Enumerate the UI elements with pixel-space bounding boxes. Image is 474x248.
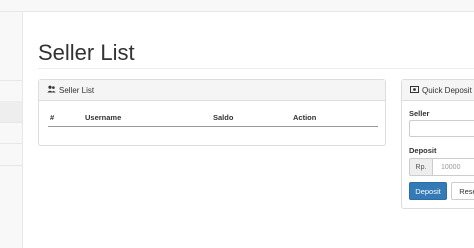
- column-header-action[interactable]: Action: [293, 113, 316, 122]
- column-header-saldo[interactable]: Saldo: [213, 113, 233, 122]
- money-icon: [410, 85, 419, 95]
- column-header-number[interactable]: #: [50, 113, 54, 122]
- seller-list-panel-title: Seller List: [59, 85, 95, 95]
- seller-list-panel-heading: Seller List: [39, 80, 385, 101]
- page-title: Seller List: [38, 40, 135, 65]
- reset-button[interactable]: Reset: [451, 182, 474, 200]
- sidebar-item[interactable]: [0, 144, 22, 166]
- deposit-label: Deposit: [409, 146, 437, 155]
- sidebar-item-active[interactable]: [0, 101, 22, 123]
- column-header-username[interactable]: Username: [85, 113, 121, 122]
- title-divider: [38, 68, 474, 69]
- sidebar-item[interactable]: [0, 123, 22, 144]
- currency-addon: Rp.: [409, 158, 433, 176]
- deposit-button[interactable]: Deposit: [409, 182, 447, 200]
- quick-deposit-panel-title: Quick Deposit: [422, 85, 472, 95]
- sidebar: [0, 12, 23, 248]
- quick-deposit-panel-heading: Quick Deposit: [402, 80, 474, 101]
- seller-label: Seller: [409, 109, 430, 118]
- top-navbar: [0, 0, 474, 12]
- users-icon: [47, 85, 56, 95]
- sidebar-divider: [0, 80, 22, 81]
- seller-input[interactable]: [409, 120, 474, 137]
- deposit-amount-input[interactable]: 10000: [433, 158, 474, 176]
- table-header-divider: [48, 126, 378, 127]
